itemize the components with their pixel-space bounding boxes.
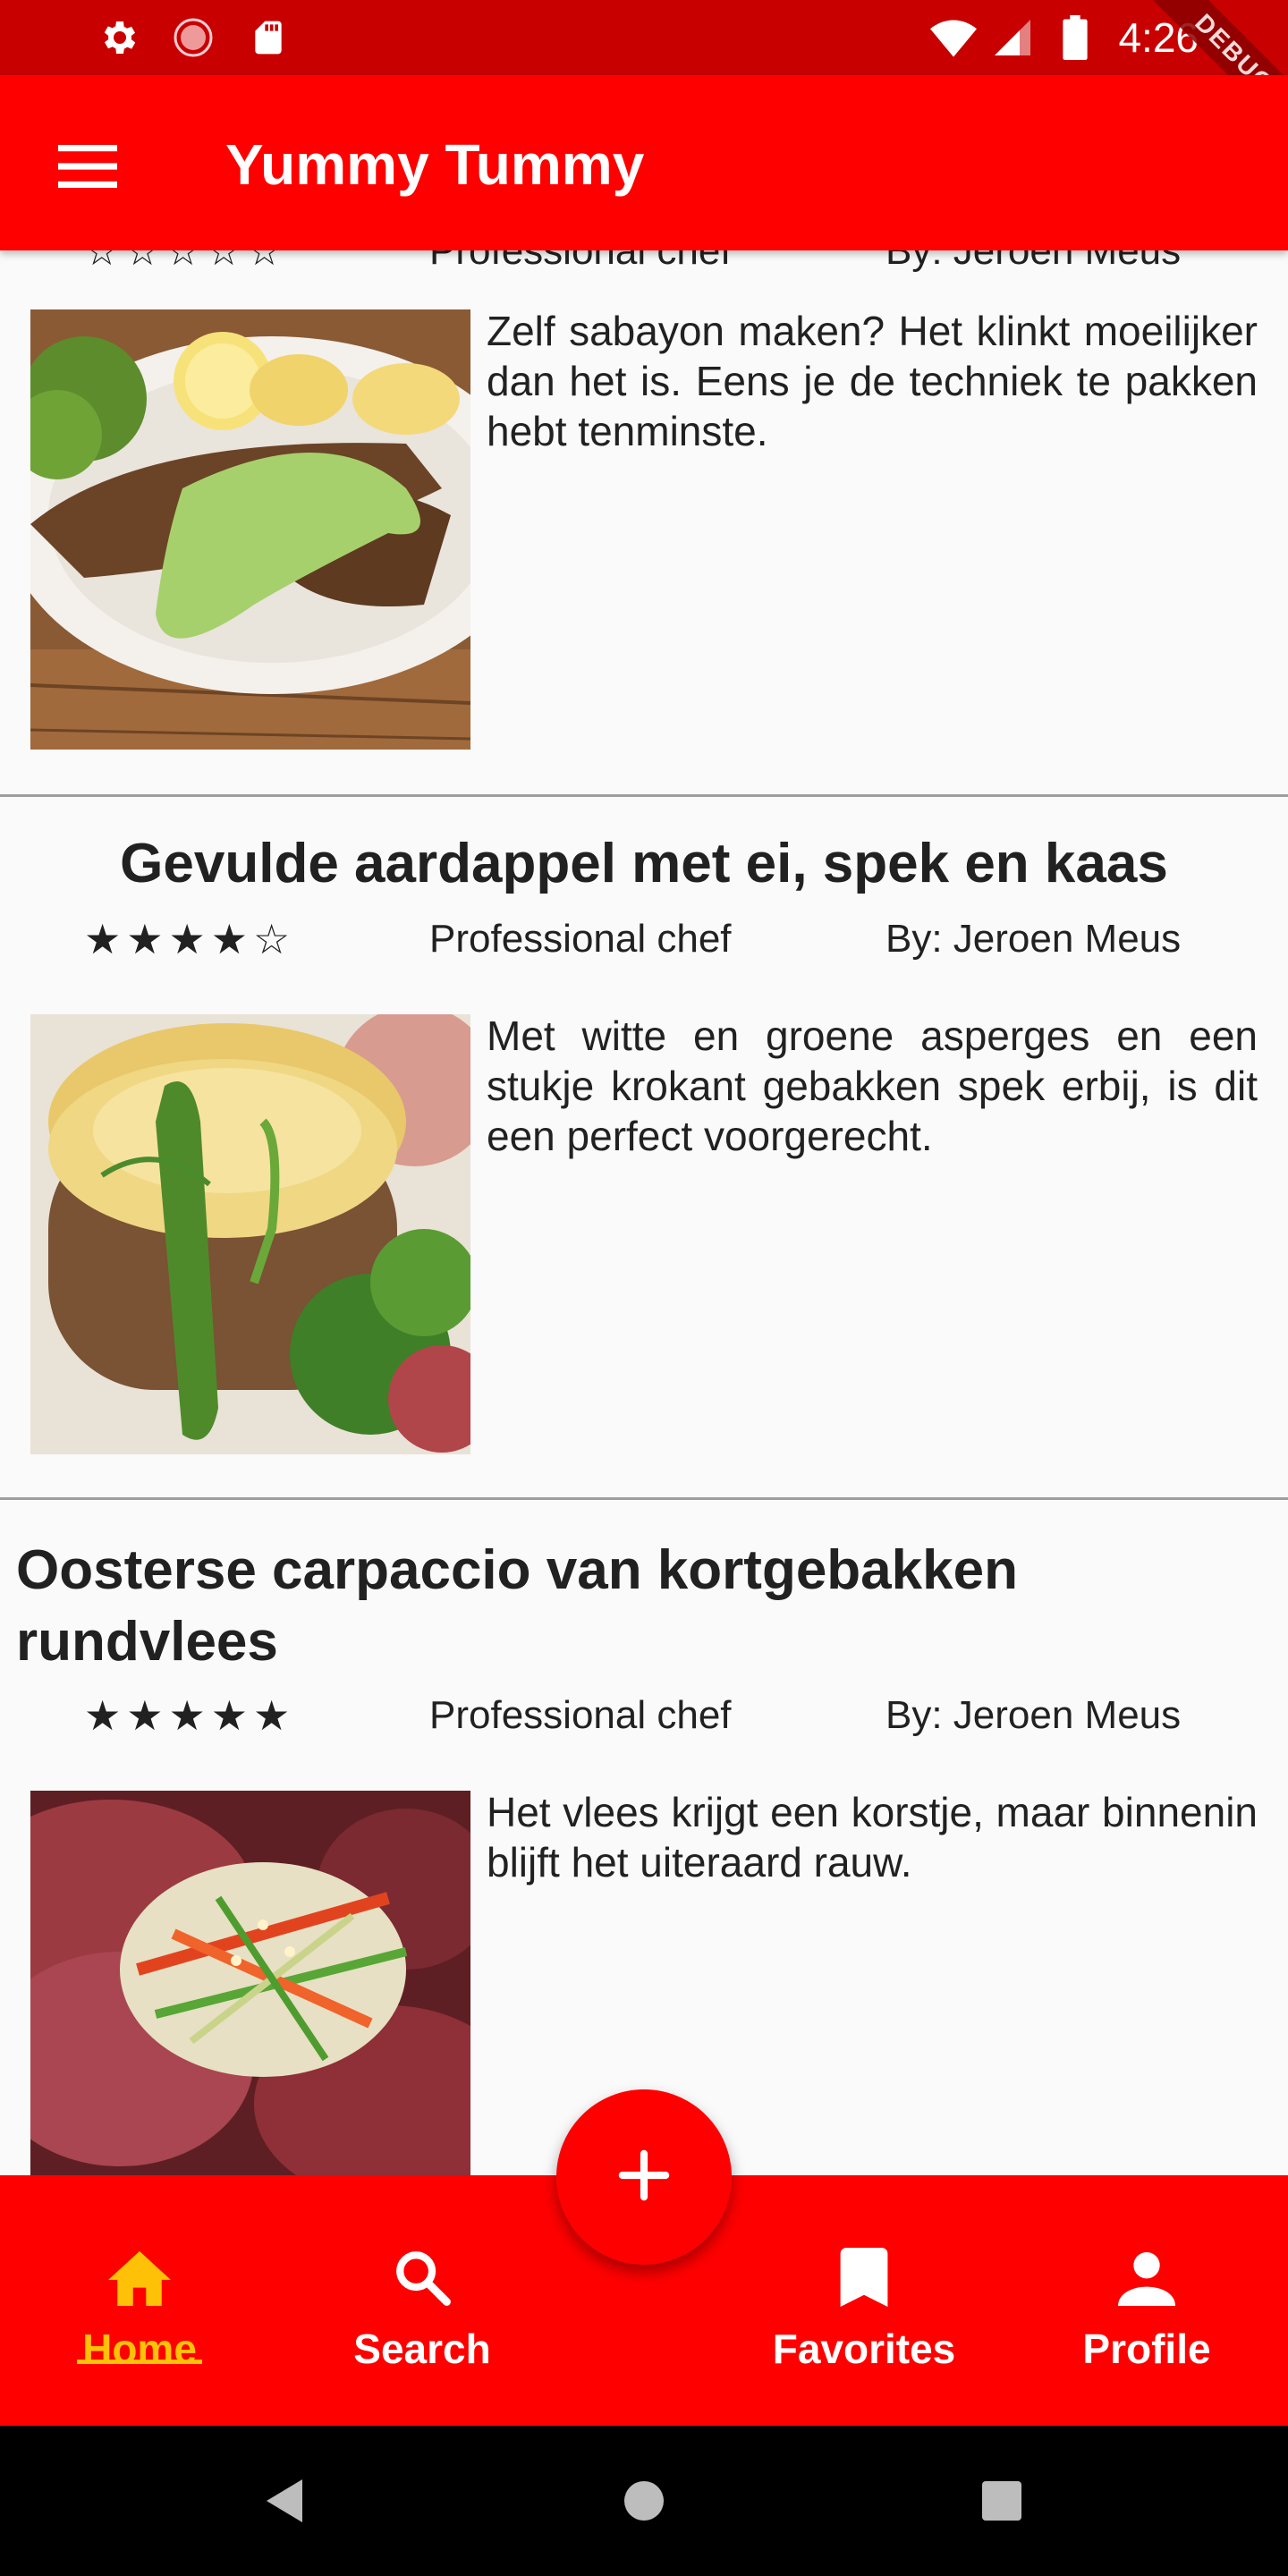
recipe-meta: ★★★★☆ Professional chef By: Jeroen Meus bbox=[0, 914, 1288, 964]
recipe-description: Het vlees krijgt een korstje, maar binne… bbox=[487, 1789, 1258, 1885]
sd-card-icon bbox=[245, 14, 292, 61]
recipe-author: By: Jeroen Meus bbox=[886, 917, 1182, 961]
battery-icon bbox=[1052, 14, 1098, 61]
recipe-author: By: Jeroen Meus bbox=[886, 1693, 1182, 1737]
nav-favorites-label: Favorites bbox=[772, 2326, 956, 2372]
wifi-icon bbox=[930, 14, 977, 61]
search-icon bbox=[297, 2243, 547, 2311]
recipe-meta: ★★★★★ Professional chef By: Jeroen Meus bbox=[0, 1690, 1288, 1741]
divider bbox=[0, 1497, 1288, 1500]
nav-search-label: Search bbox=[353, 2326, 491, 2372]
record-icon bbox=[170, 14, 216, 61]
rating-stars: ☆☆☆☆☆ bbox=[84, 250, 288, 274]
partial-recipe-meta: ☆☆☆☆☆ Professional chef By: Jeroen Meus bbox=[0, 250, 1288, 274]
add-recipe-button[interactable] bbox=[556, 2089, 732, 2265]
menu-icon[interactable] bbox=[45, 123, 131, 209]
nav-home[interactable]: Home bbox=[14, 2175, 265, 2426]
nav-favorites[interactable]: Favorites bbox=[739, 2175, 989, 2426]
signal-icon bbox=[989, 14, 1036, 61]
nav-search[interactable]: Search bbox=[297, 2175, 547, 2426]
chef-level: Professional chef bbox=[429, 250, 732, 273]
recipe-description: Met witte en groene asperges en een stuk… bbox=[487, 1013, 1258, 1159]
recipe-title[interactable]: Gevulde aardappel met ei, spek en kaas bbox=[16, 828, 1272, 900]
recipe-description: Zelf sabayon maken? Het klinkt moeilijke… bbox=[487, 308, 1258, 454]
rating-stars: ★★★★☆ bbox=[84, 916, 296, 962]
recipe-image[interactable] bbox=[30, 1791, 470, 2175]
divider bbox=[0, 794, 1288, 797]
nav-home-label: Home bbox=[82, 2326, 197, 2372]
home-circle-icon[interactable] bbox=[614, 2470, 674, 2531]
nav-profile[interactable]: Profile bbox=[1021, 2175, 1272, 2426]
settings-icon bbox=[95, 14, 141, 61]
person-icon bbox=[1021, 2243, 1272, 2311]
home-icon bbox=[14, 2243, 265, 2311]
system-navigation-bar bbox=[0, 2426, 1288, 2576]
recipe-image[interactable] bbox=[30, 309, 470, 750]
rating-stars: ★★★★★ bbox=[84, 1692, 296, 1739]
bookmark-icon bbox=[739, 2243, 989, 2311]
status-bar: 4:26 DEBUG bbox=[0, 0, 1288, 150]
app-bar: Yummy Tummy bbox=[0, 75, 1288, 250]
chef-level: Professional chef bbox=[429, 917, 732, 961]
recipe-title[interactable]: Oosterse carpaccio van kortgebakken rund… bbox=[16, 1535, 1272, 1678]
chef-level: Professional chef bbox=[429, 1693, 732, 1737]
recipe-author: By: Jeroen Meus bbox=[886, 250, 1182, 273]
recipe-image[interactable] bbox=[30, 1014, 470, 1454]
active-tab-indicator bbox=[77, 2360, 202, 2364]
nav-profile-label: Profile bbox=[1082, 2326, 1211, 2372]
plus-icon bbox=[618, 2149, 670, 2206]
recipe-list[interactable]: ☆☆☆☆☆ Professional chef By: Jeroen Meus … bbox=[0, 250, 1288, 2175]
app-title: Yummy Tummy bbox=[225, 132, 645, 197]
recents-icon[interactable] bbox=[971, 2470, 1032, 2531]
back-icon[interactable] bbox=[256, 2470, 317, 2531]
